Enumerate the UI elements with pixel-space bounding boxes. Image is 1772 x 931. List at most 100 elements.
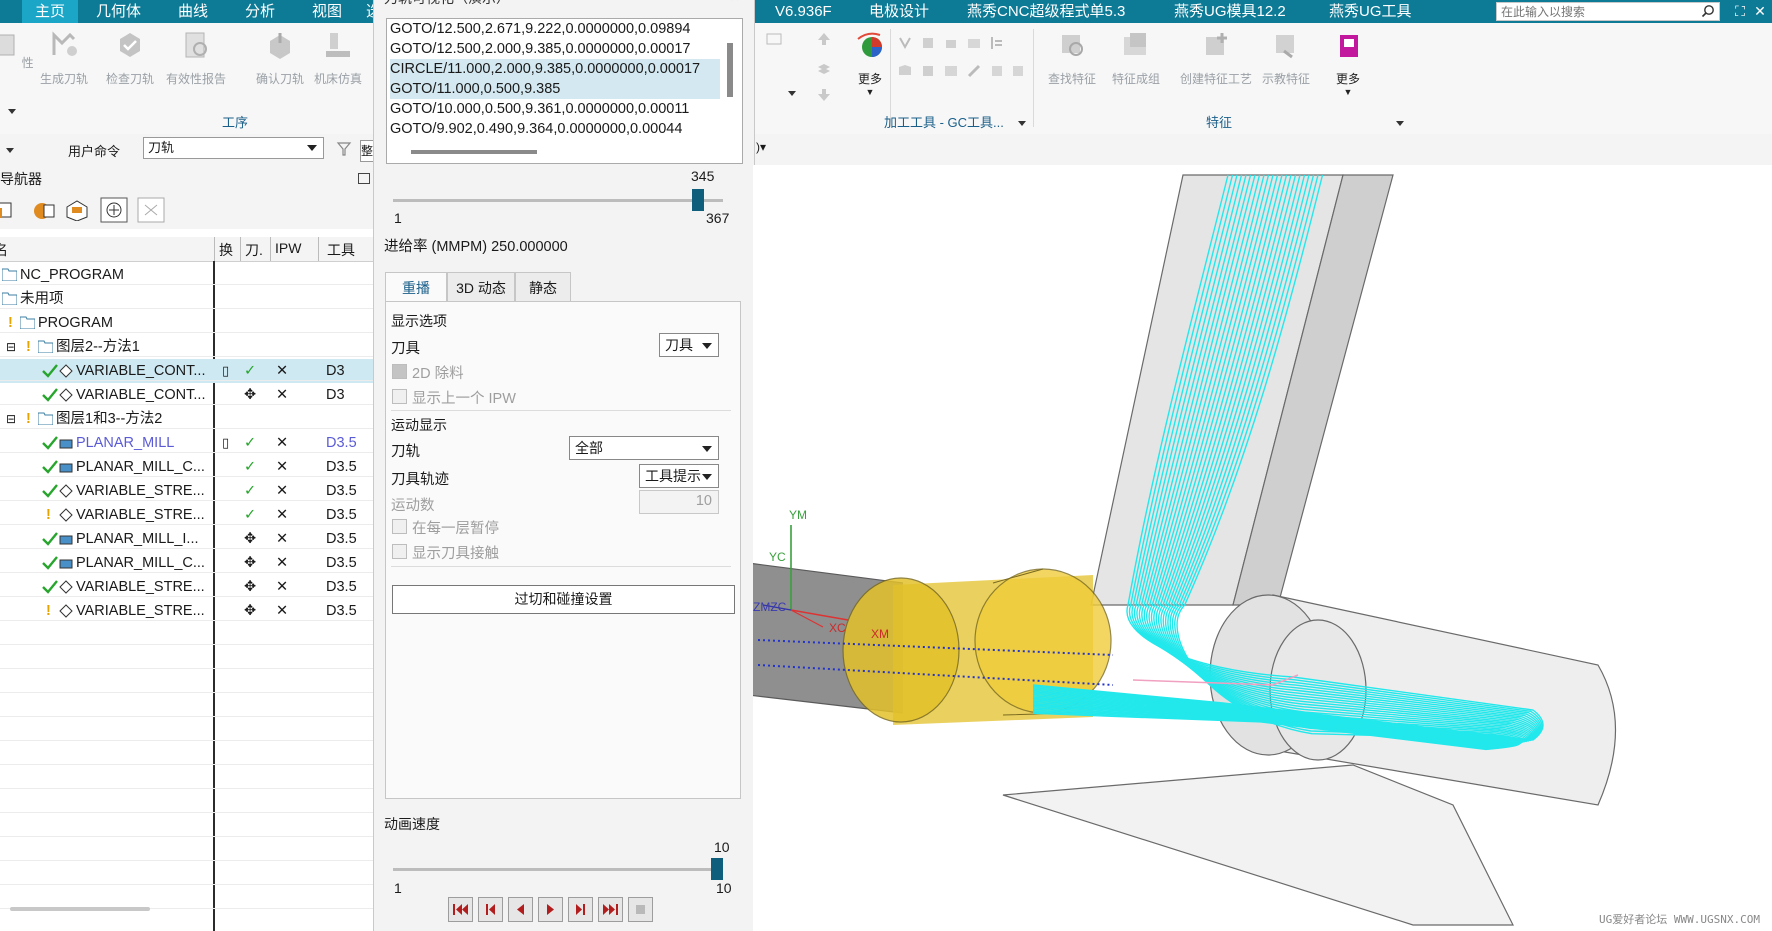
tree-row-layer2[interactable]: ⊟ ! 图层2--方法1 bbox=[0, 335, 373, 359]
menu-electrode-design[interactable]: 电极设计 bbox=[869, 0, 929, 23]
tool-icon-1[interactable] bbox=[897, 35, 913, 51]
rewind-to-start-button[interactable] bbox=[448, 897, 473, 922]
chevron-down-icon[interactable] bbox=[784, 85, 800, 101]
tool-icon-10[interactable] bbox=[989, 63, 1005, 79]
machine-simulation-button[interactable]: 机床仿真 bbox=[306, 29, 370, 87]
step-forward-button[interactable] bbox=[568, 897, 593, 922]
menu-mold[interactable]: 燕秀UG模具12.2 bbox=[1174, 0, 1286, 23]
cl-line[interactable]: GOTO/12.500,2.000,9.385,0.0000000,0.0001… bbox=[390, 39, 720, 59]
menu-home[interactable]: 主页 bbox=[22, 0, 79, 23]
vertical-scrollbar[interactable] bbox=[727, 43, 733, 97]
header-ipw[interactable]: IPW bbox=[275, 240, 301, 256]
fullscreen-icon[interactable]: ⛶ bbox=[1732, 3, 1748, 19]
header-path[interactable]: 刀. bbox=[245, 240, 263, 260]
tool-display-dropdown[interactable]: 刀具 bbox=[659, 333, 719, 357]
header-toolchange[interactable]: 换 bbox=[219, 240, 233, 260]
tree-row-op[interactable]: ! VARIABLE_STRE... ✓ ✕ D3.5 bbox=[0, 503, 373, 527]
validity-report-button[interactable]: 有效性报告 bbox=[164, 29, 228, 87]
menu-geometry[interactable]: 几何体 bbox=[96, 0, 141, 23]
method-view-icon[interactable] bbox=[100, 197, 128, 223]
header-tool[interactable]: 工具 bbox=[327, 240, 355, 260]
overcut-collision-settings-button[interactable]: 过切和碰撞设置 bbox=[392, 585, 735, 614]
cl-source-list[interactable]: GOTO/12.500,2.671,9.222,0.0000000,0.0989… bbox=[386, 18, 743, 164]
tree-row-layer13[interactable]: ⊟ ! 图层1和3--方法2 bbox=[0, 407, 373, 431]
cl-line[interactable]: GOTO/10.000,0.500,9.361,0.0000000,0.0001… bbox=[390, 99, 720, 119]
cl-line-selected[interactable]: GOTO/11.000,0.500,9.385 bbox=[390, 79, 720, 99]
horizontal-scrollbar[interactable] bbox=[10, 907, 150, 911]
display-settings-icon[interactable] bbox=[766, 31, 782, 47]
remove-2d-checkbox[interactable] bbox=[392, 364, 407, 379]
stop-button[interactable] bbox=[628, 897, 653, 922]
motion-count-field[interactable]: 10 bbox=[639, 490, 719, 514]
menu-cnc-sheet[interactable]: 燕秀CNC超级程式单5.3 bbox=[967, 0, 1125, 23]
more-tools-button[interactable]: 更多 ▼ bbox=[838, 29, 902, 97]
tool-icon-11[interactable] bbox=[1010, 63, 1026, 79]
teach-feature-button[interactable]: 示教特征 bbox=[1254, 29, 1318, 87]
menu-ug-tools[interactable]: 燕秀UG工具 bbox=[1329, 0, 1412, 23]
chevron-down-icon[interactable] bbox=[4, 103, 20, 119]
tool-icon-5[interactable] bbox=[989, 35, 1005, 51]
tool-icon-3[interactable] bbox=[943, 35, 959, 51]
create-feature-process-button[interactable]: 创建特征工艺 bbox=[1176, 29, 1256, 87]
play-reverse-button[interactable] bbox=[508, 897, 533, 922]
chevron-down-icon[interactable]: )▾ bbox=[756, 140, 766, 154]
close-icon[interactable]: ✕ bbox=[1752, 3, 1768, 19]
layers-icon[interactable] bbox=[816, 61, 832, 77]
search-icon[interactable] bbox=[1701, 4, 1715, 18]
confirm-toolpath-button[interactable]: 确认刀轨 bbox=[248, 29, 312, 87]
tools-group-label[interactable]: 加工工具 - GC工具... bbox=[884, 112, 1004, 131]
up-arrow-icon[interactable] bbox=[816, 31, 832, 47]
search-input[interactable] bbox=[1497, 3, 1695, 20]
tool-icon-8[interactable] bbox=[943, 63, 959, 79]
tree-row-op[interactable]: PLANAR_MILL_C... ✓ ✕ D3.5 bbox=[0, 455, 373, 479]
cl-line-selected[interactable]: CIRCLE/11.000,2.000,9.385,0.0000000,0.00… bbox=[390, 59, 720, 79]
tool-icon-2[interactable] bbox=[920, 35, 936, 51]
tree-row-op[interactable]: PLANAR_MILL ▯ ✓ ✕ D3.5 bbox=[0, 431, 373, 455]
chevron-down-icon[interactable] bbox=[1392, 115, 1408, 131]
show-prev-ipw-checkbox[interactable] bbox=[392, 389, 407, 404]
type-filter-dropdown[interactable]: 刀轨 bbox=[143, 137, 324, 159]
tree-row-op[interactable]: ! VARIABLE_STRE... ✥ ✕ D3.5 bbox=[0, 599, 373, 623]
cl-line[interactable]: GOTO/12.500,2.671,9.222,0.0000000,0.0989… bbox=[390, 19, 720, 39]
cl-line[interactable]: GOTO/9.902,0.490,9.364,0.0000000,0.00044 bbox=[390, 119, 720, 139]
program-view-icon[interactable] bbox=[0, 199, 16, 221]
tool-icon-7[interactable] bbox=[920, 63, 936, 79]
anim-speed-slider-thumb[interactable] bbox=[711, 858, 723, 880]
tree-row-program[interactable]: ! PROGRAM bbox=[0, 311, 373, 335]
position-slider[interactable] bbox=[393, 189, 723, 213]
down-arrow-icon[interactable] bbox=[816, 87, 832, 103]
tool-icon-6[interactable] bbox=[897, 63, 913, 79]
verify-toolpath-button[interactable]: 检查刀轨 bbox=[98, 29, 162, 87]
tree-row-op[interactable]: VARIABLE_CONT... ▯ ✓ ✕ D3 bbox=[0, 359, 373, 383]
delete-view-icon[interactable] bbox=[137, 197, 165, 223]
play-button[interactable] bbox=[538, 897, 563, 922]
chevron-down-icon[interactable] bbox=[2, 142, 18, 158]
menu-version[interactable]: V6.936F bbox=[775, 0, 832, 23]
horizontal-scrollbar[interactable] bbox=[411, 150, 537, 154]
feature-more-button[interactable]: 更多 ▼ bbox=[1316, 29, 1380, 97]
generate-toolpath-button[interactable]: 生成刀轨 bbox=[32, 29, 96, 87]
feature-group-button[interactable]: 特征成组 bbox=[1104, 29, 1168, 87]
tree-row-op[interactable]: VARIABLE_STRE... ✥ ✕ D3.5 bbox=[0, 575, 373, 599]
tree-row-op[interactable]: VARIABLE_CONT... ✥ ✕ D3 bbox=[0, 383, 373, 407]
graphics-viewport[interactable]: YM YC ZMZC XC XM UG爱好者论坛 WWW.UGSNX.COM bbox=[753, 165, 1772, 931]
tree-row-nc-program[interactable]: NC_PROGRAM bbox=[0, 263, 373, 287]
tab-3d-dynamic[interactable]: 3D 动态 bbox=[447, 272, 515, 302]
find-feature-button[interactable]: 查找特征 bbox=[1040, 29, 1104, 87]
position-slider-thumb[interactable] bbox=[691, 189, 704, 211]
menu-view[interactable]: 视图 bbox=[312, 0, 342, 23]
path-display-dropdown[interactable]: 全部 bbox=[569, 436, 719, 460]
tab-replay[interactable]: 重播 bbox=[385, 272, 447, 302]
search-box[interactable] bbox=[1496, 2, 1720, 21]
menu-analysis[interactable]: 分析 bbox=[245, 0, 275, 23]
header-name[interactable]: 名 bbox=[0, 240, 8, 260]
chevron-down-icon[interactable] bbox=[1014, 115, 1030, 131]
fast-forward-end-button[interactable] bbox=[598, 897, 623, 922]
maximize-icon[interactable] bbox=[358, 173, 370, 184]
tab-static[interactable]: 静态 bbox=[515, 272, 571, 302]
machine-view-icon[interactable] bbox=[32, 199, 56, 221]
dialog-controls-icon[interactable]: - ✕ bbox=[722, 0, 739, 4]
tree-row-unused[interactable]: 未用项 bbox=[0, 287, 373, 311]
trace-dropdown[interactable]: 工具提示 bbox=[639, 464, 719, 488]
tree-row-op[interactable]: PLANAR_MILL_C... ✥ ✕ D3.5 bbox=[0, 551, 373, 575]
